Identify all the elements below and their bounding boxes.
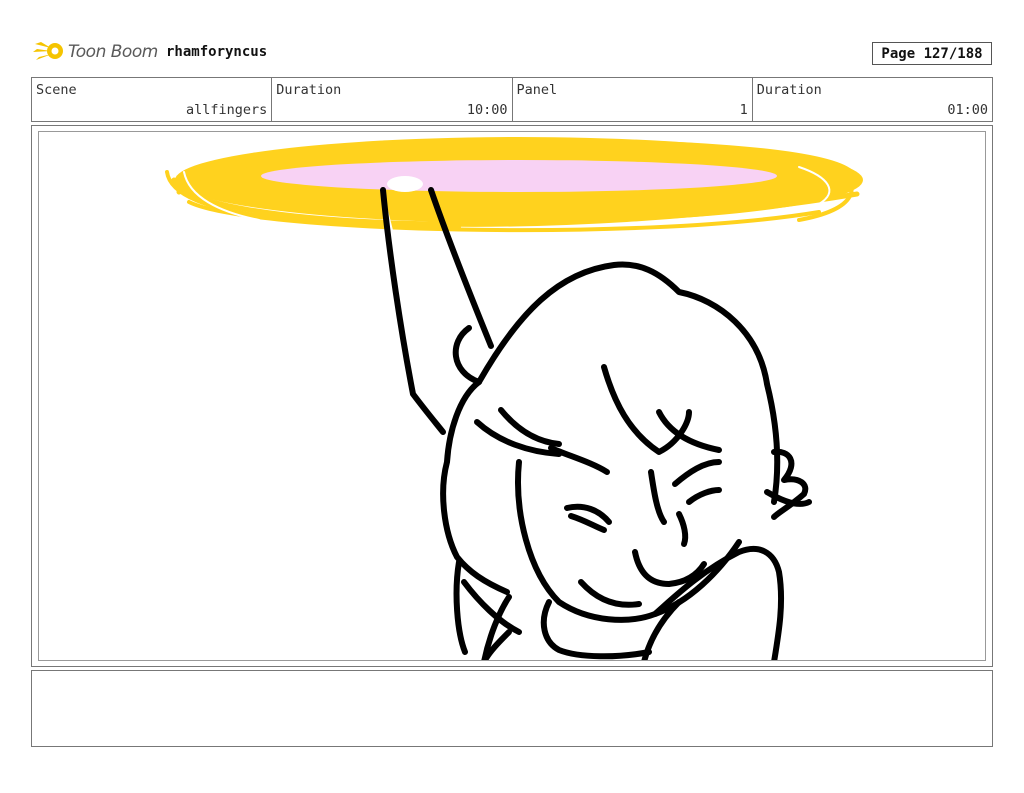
storyboard-panel-frame: [31, 125, 993, 667]
panel-label: Panel: [516, 82, 558, 98]
panel-notes-box: [31, 670, 993, 747]
panel-info-row: Scene allfingers Duration 10:00 Panel 1 …: [31, 77, 993, 122]
character-head: [440, 261, 812, 660]
panel-duration-value: 01:00: [947, 102, 988, 118]
toon-boom-star-icon: [33, 42, 63, 60]
panel-value: 1: [739, 102, 748, 118]
halo-drawing: [165, 137, 863, 233]
page-indicator: Page 127/188: [872, 42, 992, 65]
scene-duration-label: Duration: [276, 82, 342, 98]
project-name: rhamforyncus: [166, 44, 268, 60]
panel-duration-label: Duration: [756, 82, 822, 98]
scene-label: Scene: [36, 82, 77, 98]
scene-duration-value: 10:00: [466, 102, 508, 118]
scene-value: allfingers: [185, 102, 268, 118]
logo-text: Toon Boom: [68, 42, 158, 62]
storyboard-sketch: [165, 137, 863, 660]
scene-cell: Scene allfingers: [32, 78, 273, 121]
toon-boom-logo: Toon Boom: [33, 38, 158, 66]
scene-duration-cell: Duration 10:00: [272, 78, 513, 121]
panel-duration-cell: Duration 01:00: [753, 78, 992, 121]
storyboard-panel-image: [38, 131, 986, 661]
panel-cell: Panel 1: [513, 78, 753, 121]
